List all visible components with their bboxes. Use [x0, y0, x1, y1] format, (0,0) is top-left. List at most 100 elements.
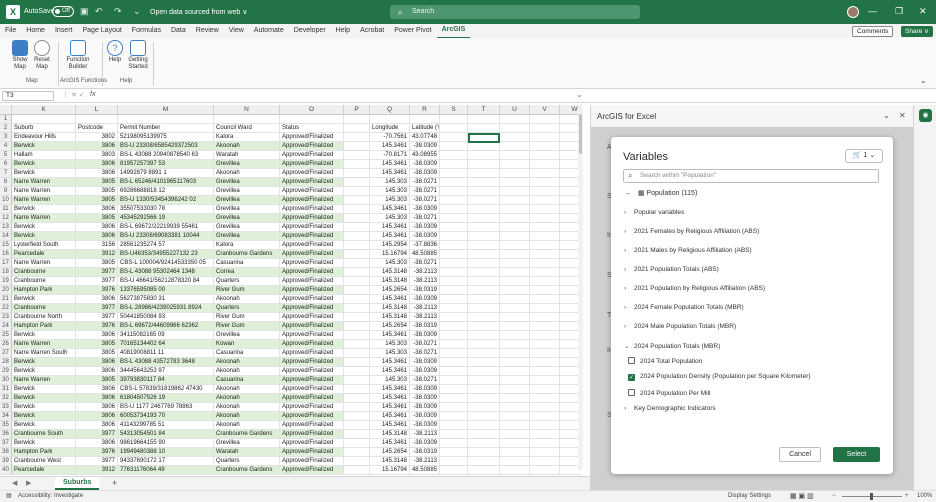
- avatar[interactable]: [847, 6, 859, 18]
- function-builder-button[interactable]: Function Builder: [64, 40, 92, 71]
- cell[interactable]: [530, 412, 560, 421]
- cell[interactable]: Approved/Finalized: [280, 205, 344, 214]
- variable-checkbox-item[interactable]: ✓ 2024 Population Density (Population per…: [628, 373, 811, 381]
- cell[interactable]: [468, 232, 500, 241]
- menu-item-acrobat[interactable]: Acrobat: [355, 24, 389, 38]
- cell[interactable]: [370, 115, 410, 124]
- cell[interactable]: [344, 304, 370, 313]
- cell[interactable]: BS-U 23308/69083381 10044: [118, 232, 214, 241]
- cell[interactable]: BS-U 1330/53454396242 02: [118, 196, 214, 205]
- cell[interactable]: Approved/Finalized: [280, 196, 344, 205]
- cell[interactable]: 3806: [76, 403, 118, 412]
- checkbox[interactable]: [628, 357, 635, 364]
- cell[interactable]: [500, 376, 530, 385]
- cell[interactable]: Cranbourne: [12, 268, 76, 277]
- cell[interactable]: 34445643253 97: [118, 367, 214, 376]
- cell[interactable]: Endeavour Hills: [12, 133, 76, 142]
- cell[interactable]: [344, 421, 370, 430]
- cell[interactable]: [440, 259, 468, 268]
- cell[interactable]: [440, 457, 468, 466]
- cell[interactable]: [530, 187, 560, 196]
- cell[interactable]: [440, 412, 468, 421]
- row-number[interactable]: 38: [0, 448, 12, 457]
- cell[interactable]: 145.3461: [370, 205, 410, 214]
- cell[interactable]: Narre Warren: [12, 196, 76, 205]
- cell[interactable]: 3806: [76, 358, 118, 367]
- cell[interactable]: -38.0309: [410, 169, 440, 178]
- cell[interactable]: [344, 160, 370, 169]
- cell[interactable]: -38.0271: [410, 376, 440, 385]
- cell[interactable]: [440, 394, 468, 403]
- cell[interactable]: -38.2113: [410, 304, 440, 313]
- row-number[interactable]: 19: [0, 277, 12, 286]
- cell[interactable]: Approved/Finalized: [280, 214, 344, 223]
- column-header-u[interactable]: U: [500, 105, 530, 115]
- cell[interactable]: [440, 160, 468, 169]
- cell[interactable]: Approved/Finalized: [280, 376, 344, 385]
- cell[interactable]: Approved/Finalized: [280, 250, 344, 259]
- cell[interactable]: [530, 169, 560, 178]
- getting-started-button[interactable]: Getting Started: [126, 40, 150, 71]
- row-number[interactable]: 39: [0, 457, 12, 466]
- column-header-n[interactable]: N: [214, 105, 280, 115]
- cell[interactable]: -38.0319: [410, 286, 440, 295]
- cell[interactable]: [12, 115, 76, 124]
- name-box[interactable]: T3: [2, 91, 54, 101]
- variable-checkbox-item[interactable]: 2024 Total Population: [628, 357, 702, 365]
- cell[interactable]: [468, 295, 500, 304]
- cell[interactable]: [344, 322, 370, 331]
- cell[interactable]: River Gum: [214, 322, 280, 331]
- cell[interactable]: 3806: [76, 412, 118, 421]
- cell[interactable]: Hallam: [12, 151, 76, 160]
- cell[interactable]: Approved/Finalized: [280, 178, 344, 187]
- cell[interactable]: Approved/Finalized: [280, 385, 344, 394]
- cell[interactable]: 39793830117 84: [118, 376, 214, 385]
- cell[interactable]: 145.3148: [370, 430, 410, 439]
- menu-item-automate[interactable]: Automate: [249, 24, 289, 38]
- arcgis-addin-icon[interactable]: ◉: [919, 109, 932, 122]
- cell[interactable]: -38.0309: [410, 439, 440, 448]
- cell[interactable]: [468, 313, 500, 322]
- cell[interactable]: [440, 376, 468, 385]
- row-number[interactable]: 37: [0, 439, 12, 448]
- row-number[interactable]: 7: [0, 169, 12, 178]
- cell[interactable]: [530, 430, 560, 439]
- cell[interactable]: [344, 196, 370, 205]
- menu-item-view[interactable]: View: [224, 24, 249, 38]
- cell[interactable]: [440, 448, 468, 457]
- cell[interactable]: [530, 358, 560, 367]
- cell[interactable]: 145.3461: [370, 331, 410, 340]
- cell[interactable]: [530, 466, 560, 475]
- cell[interactable]: Grevillea: [214, 223, 280, 232]
- cell[interactable]: [500, 430, 530, 439]
- cell[interactable]: Akoonah: [214, 403, 280, 412]
- menu-item-review[interactable]: Review: [191, 24, 224, 38]
- cell[interactable]: 48.50885: [410, 250, 440, 259]
- cell[interactable]: Quarters: [214, 277, 280, 286]
- row-number[interactable]: 8: [0, 178, 12, 187]
- cell[interactable]: Grevillea: [214, 160, 280, 169]
- cell[interactable]: [344, 250, 370, 259]
- cell[interactable]: [530, 268, 560, 277]
- cell[interactable]: 43.07748: [410, 133, 440, 142]
- cell[interactable]: [500, 313, 530, 322]
- cell[interactable]: [500, 178, 530, 187]
- cell[interactable]: [500, 448, 530, 457]
- cell[interactable]: Berwick: [12, 412, 76, 421]
- cell[interactable]: -38.0309: [410, 421, 440, 430]
- cell[interactable]: [280, 115, 344, 124]
- cell[interactable]: BS-L 65246/4101965117603: [118, 178, 214, 187]
- cell[interactable]: BS-U 23308/6585429372503: [118, 142, 214, 151]
- cell[interactable]: Grevillea: [214, 331, 280, 340]
- cell[interactable]: Grevillea: [214, 178, 280, 187]
- cell[interactable]: BS-L 28986/4239025931 8924: [118, 304, 214, 313]
- cell[interactable]: [344, 457, 370, 466]
- cell[interactable]: -38.0309: [410, 367, 440, 376]
- menu-item-developer[interactable]: Developer: [289, 24, 331, 38]
- zoom-in-icon[interactable]: +: [905, 491, 909, 502]
- cell[interactable]: -38.0271: [410, 349, 440, 358]
- cell[interactable]: Narre Warren: [12, 178, 76, 187]
- cell[interactable]: Council Ward: [214, 124, 280, 133]
- column-header-s[interactable]: S: [440, 105, 468, 115]
- cell[interactable]: Lysterfield South: [12, 241, 76, 250]
